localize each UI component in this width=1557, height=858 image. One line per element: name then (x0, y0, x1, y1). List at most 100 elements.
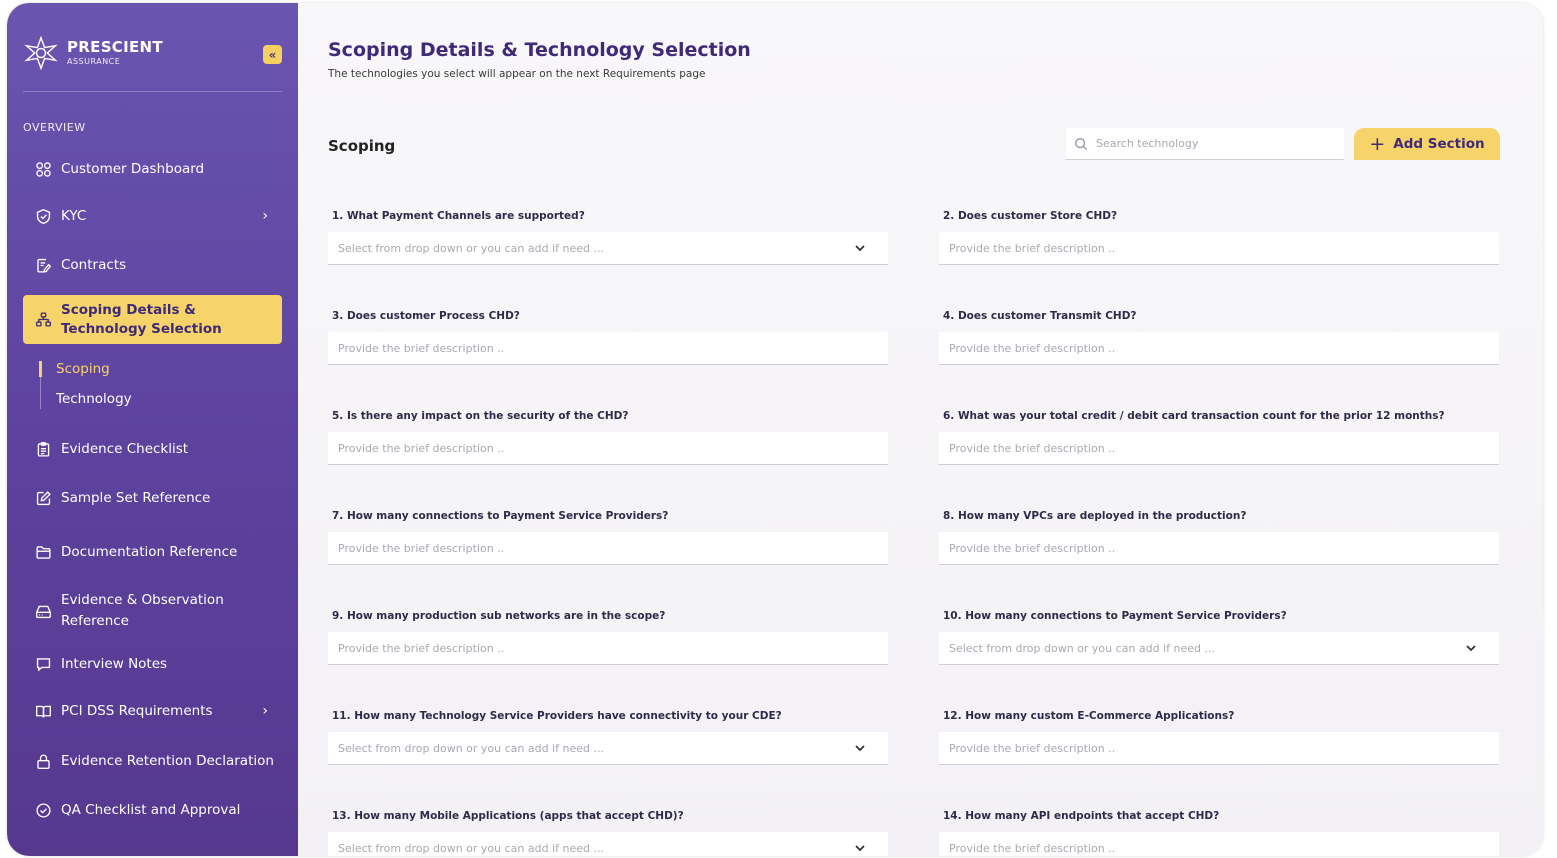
search-input[interactable] (1096, 137, 1336, 150)
page-subtitle: The technologies you select will appear … (328, 68, 706, 80)
question-7: 7. How many connections to Payment Servi… (328, 510, 888, 565)
question-10: 10. How many connections to Payment Serv… (939, 610, 1499, 665)
check-circle-icon (33, 800, 53, 820)
question-text-field[interactable]: Provide the brief description .. (939, 432, 1499, 465)
sidebar-subitem-technology[interactable]: Technology (56, 391, 132, 407)
plus-icon: + (1369, 132, 1386, 155)
main-content: Scoping Details & Technology Selection T… (298, 3, 1543, 856)
divider (23, 91, 282, 92)
question-label: 13. How many Mobile Applications (apps t… (332, 810, 684, 822)
sidebar-item-scoping-details[interactable]: Scoping Details & Technology Selection (23, 295, 282, 344)
sidebar-item-label: Contracts (61, 257, 127, 273)
chevron-down-icon (1466, 645, 1476, 652)
question-text-field[interactable]: Provide the brief description .. (939, 832, 1499, 856)
sidebar: PRESCIENT ASSURANCE « OVERVIEW Customer … (7, 3, 298, 856)
question-dropdown[interactable]: Select from drop down or you can add if … (328, 732, 888, 765)
sidebar-item-label: Sample Set Reference (61, 490, 211, 506)
sidebar-item-evidence-retention-declaration[interactable]: Evidence Retention Declaration (23, 750, 282, 772)
collapse-sidebar-button[interactable]: « (263, 45, 282, 64)
question-label: 8. How many VPCs are deployed in the pro… (943, 510, 1247, 522)
question-label: 6. What was your total credit / debit ca… (943, 410, 1445, 422)
sidebar-item-label: Evidence Checklist (61, 441, 189, 457)
question-text-field[interactable]: Provide the brief description .. (328, 432, 888, 465)
question-label: 5. Is there any impact on the security o… (332, 410, 629, 422)
field-placeholder: Provide the brief description .. (338, 441, 505, 455)
sidebar-item-evidence-observation-reference[interactable]: Evidence & Observation Reference (23, 589, 282, 633)
question-label: 10. How many connections to Payment Serv… (943, 610, 1287, 622)
question-11: 11. How many Technology Service Provider… (328, 710, 888, 765)
chat-icon (33, 654, 53, 674)
drive-icon (33, 601, 53, 621)
field-placeholder: Provide the brief description .. (949, 341, 1116, 355)
book-icon (33, 701, 53, 721)
question-text-field[interactable]: Provide the brief description .. (939, 532, 1499, 565)
sidebar-subitem-scoping[interactable]: Scoping (56, 361, 110, 377)
field-placeholder: Provide the brief description .. (338, 641, 505, 655)
field-placeholder: Select from drop down or you can add if … (338, 741, 604, 755)
lock-icon (33, 751, 53, 771)
question-3: 3. Does customer Process CHD? Provide th… (328, 310, 888, 365)
field-placeholder: Provide the brief description .. (338, 341, 505, 355)
question-label: 7. How many connections to Payment Servi… (332, 510, 669, 522)
question-dropdown[interactable]: Select from drop down or you can add if … (939, 632, 1499, 665)
brand-subtitle: ASSURANCE (67, 57, 121, 66)
sidebar-item-label: Scoping Details & (61, 301, 196, 318)
question-label: 4. Does customer Transmit CHD? (943, 310, 1137, 322)
field-placeholder: Select from drop down or you can add if … (338, 841, 604, 855)
field-placeholder: Select from drop down or you can add if … (949, 641, 1215, 655)
chevron-right-icon: › (262, 208, 268, 224)
sidebar-item-documentation-reference[interactable]: Documentation Reference (23, 541, 282, 563)
chevron-down-icon (855, 245, 865, 252)
search-icon (1075, 137, 1088, 150)
sidebar-item-sample-set-reference[interactable]: Sample Set Reference (23, 487, 282, 509)
sidebar-item-label: QA Checklist and Approval (61, 802, 241, 818)
shield-icon (33, 206, 53, 226)
sidebar-item-kyc[interactable]: KYC › (23, 205, 282, 227)
edit-box-icon (33, 488, 53, 508)
field-placeholder: Provide the brief description .. (949, 241, 1116, 255)
question-text-field[interactable]: Provide the brief description .. (939, 332, 1499, 365)
question-12: 12. How many custom E-Commerce Applicati… (939, 710, 1499, 765)
question-9: 9. How many production sub networks are … (328, 610, 888, 665)
question-14: 14. How many API endpoints that accept C… (939, 810, 1499, 856)
clipboard-icon (33, 439, 53, 459)
brand-name: PRESCIENT (67, 38, 163, 56)
overview-heading: OVERVIEW (23, 121, 86, 134)
sidebar-item-interview-notes[interactable]: Interview Notes (23, 653, 282, 675)
sidebar-item-customer-dashboard[interactable]: Customer Dashboard (23, 158, 282, 180)
question-text-field[interactable]: Provide the brief description .. (328, 332, 888, 365)
question-text-field[interactable]: Provide the brief description .. (328, 532, 888, 565)
question-dropdown[interactable]: Select from drop down or you can add if … (328, 832, 888, 856)
chevron-down-icon (855, 845, 865, 852)
question-4: 4. Does customer Transmit CHD? Provide t… (939, 310, 1499, 365)
question-label: 9. How many production sub networks are … (332, 610, 666, 622)
add-section-button[interactable]: + Add Section (1354, 128, 1500, 160)
sidebar-item-pci-dss-requirements[interactable]: PCI DSS Requirements › (23, 700, 282, 722)
sidebar-item-label: Documentation Reference (61, 544, 238, 560)
question-text-field[interactable]: Provide the brief description .. (328, 632, 888, 665)
question-dropdown[interactable]: Select from drop down or you can add if … (328, 232, 888, 265)
hierarchy-icon (33, 310, 53, 330)
question-5: 5. Is there any impact on the security o… (328, 410, 888, 465)
question-text-field[interactable]: Provide the brief description .. (939, 232, 1499, 265)
field-placeholder: Provide the brief description .. (949, 541, 1116, 555)
question-label: 3. Does customer Process CHD? (332, 310, 520, 322)
sidebar-item-label: Reference (61, 613, 129, 629)
sidebar-item-qa-checklist[interactable]: QA Checklist and Approval (23, 799, 282, 821)
field-placeholder: Provide the brief description .. (338, 541, 505, 555)
question-label: 12. How many custom E-Commerce Applicati… (943, 710, 1235, 722)
question-1: 1. What Payment Channels are supported? … (328, 210, 888, 265)
question-text-field[interactable]: Provide the brief description .. (939, 732, 1499, 765)
sidebar-item-contracts[interactable]: Contracts (23, 254, 282, 276)
grid-icon (33, 159, 53, 179)
question-6: 6. What was your total credit / debit ca… (939, 410, 1499, 465)
sidebar-item-label: Evidence & Observation (61, 592, 224, 608)
double-chevron-left-icon: « (268, 47, 277, 62)
sidebar-item-evidence-checklist[interactable]: Evidence Checklist (23, 438, 282, 460)
search-box[interactable] (1066, 128, 1344, 160)
logo-icon (24, 35, 58, 71)
section-title: Scoping (328, 137, 396, 155)
sidebar-item-label: KYC (61, 208, 87, 224)
add-section-label: Add Section (1393, 136, 1485, 152)
sidebar-item-label: Customer Dashboard (61, 161, 205, 177)
